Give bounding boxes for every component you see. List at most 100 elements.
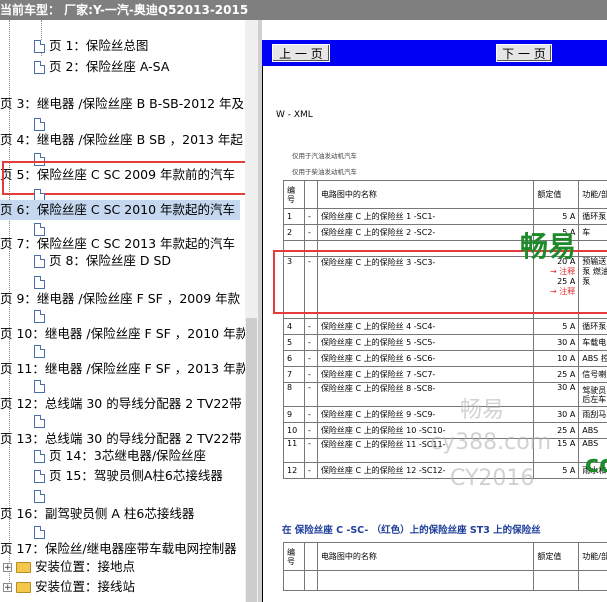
tree-item-page-15[interactable]: 页 15：驾驶员侧A柱6芯接线器 xyxy=(34,466,223,486)
doc-code: W - XML xyxy=(276,110,313,120)
table-cell: - xyxy=(303,366,318,383)
table-cell: 30 A xyxy=(533,382,580,407)
document-icon xyxy=(34,310,45,323)
tree-item-label: 页 13：总线端 30 的导线分配器 2 TV22带 xyxy=(0,431,242,446)
table-cell: 30 A xyxy=(533,334,580,351)
table-cell: 保险丝座 C 上的保险丝 4 -SC4- xyxy=(316,318,535,335)
table-cell: 25 A xyxy=(533,366,580,383)
tree-content: 页 1：保险丝总图 页 2：保险丝座 A-SA 页 3：继电器 /保险丝座 B … xyxy=(0,20,245,602)
document-icon xyxy=(34,450,45,463)
document-icon xyxy=(34,470,45,483)
tree-item-sub[interactable] xyxy=(34,306,45,326)
tree-item-sub[interactable] xyxy=(34,341,45,361)
table-cell: 4 xyxy=(283,318,305,335)
tree-item-page-16[interactable]: 页 16：副驾驶员侧 A 柱6芯接线器 xyxy=(0,504,194,524)
table-cell: 1 xyxy=(283,208,305,225)
tree-item-page-4[interactable]: 页 4：继电器 /保险丝座 B SB ，2013 年起 xyxy=(0,130,243,150)
table-header-row: 编号 电路图中的名称 额定值 功能/部 xyxy=(283,542,607,571)
document-icon xyxy=(34,40,45,53)
tree-item-label: 页 7：保险丝座 C SC 2013 年款起的汽车 xyxy=(0,236,236,251)
table-cell xyxy=(303,542,318,571)
table-cell: 车载电 xyxy=(578,334,607,351)
tree-item-label: 页 17：保险丝/继电器座带车载电网控制器 xyxy=(0,541,237,556)
folder-icon xyxy=(15,582,31,593)
tree-item-label: 页 6：保险丝座 C SC 2010 年款起的汽车 xyxy=(0,202,236,217)
header-function: 功能/部 xyxy=(578,542,607,571)
tree-item-page-6[interactable]: 页 6：保险丝座 C SC 2010 年款起的汽车 xyxy=(0,200,240,220)
table-cell: 雨刮马 xyxy=(578,406,607,423)
document-icon xyxy=(34,380,45,393)
tree-folder-junction[interactable]: + 安装位置：接线站 xyxy=(3,577,135,597)
table-cell: 循环泵 xyxy=(578,208,607,225)
note-diesel: 仅用于柴油发动机汽车 xyxy=(292,168,357,176)
tree-item-page-3[interactable]: 页 3：继电器 /保险丝座 B B-SB-2012 年及 xyxy=(0,94,244,114)
table-row: 4 - 保险丝座 C 上的保险丝 4 -SC4- 5 A 循环泵 xyxy=(283,318,607,335)
tree-item-label: 页 11：继电器 /保险丝座 F SF ，2013 年款 xyxy=(0,361,245,376)
table-cell: 信号喇 xyxy=(578,366,607,383)
tree-item-page-14[interactable]: 页 14：3芯继电器/保险丝座 xyxy=(34,446,206,466)
table-row xyxy=(283,570,607,591)
tree-pane[interactable]: 页 1：保险丝总图 页 2：保险丝座 A-SA 页 3：继电器 /保险丝座 B … xyxy=(0,20,259,602)
table-cell: - xyxy=(303,406,318,423)
table-cell: 5 A xyxy=(533,318,580,335)
table-cell: 12 xyxy=(283,462,305,479)
table-cell: 2 xyxy=(283,224,305,241)
header-no: 编号 xyxy=(283,180,305,209)
table-header-row: 编号 电路图中的名称 额定值 功能/部 xyxy=(283,180,607,209)
table-cell: - xyxy=(303,318,318,335)
header-name: 电路图中的名称 xyxy=(316,542,535,571)
document-icon xyxy=(34,415,45,428)
tree-item-sub[interactable] xyxy=(34,376,45,396)
tree-scrollbar-thumb[interactable] xyxy=(246,318,257,602)
table-cell: 保险丝座 C 上的保险丝 5 -SC5- xyxy=(316,334,535,351)
table-row: 7 - 保险丝座 C 上的保险丝 7 -SC7- 25 A 信号喇 xyxy=(283,366,607,383)
table-cell: - xyxy=(303,422,318,439)
window-title-bar: 当前车型： 厂家:Y-一汽-奥迪Q52013-2015 xyxy=(0,0,607,20)
table-cell xyxy=(303,570,318,591)
tree-item-label: 页 14：3芯继电器/保险丝座 xyxy=(48,448,207,463)
tree-item-page-1[interactable]: 页 1：保险丝总图 xyxy=(34,36,148,56)
table-row: 8 - 保险丝座 C 上的保险丝 8 -SC8- 30 A 驾驶员 后左车 xyxy=(283,382,607,407)
fuse-table-2: 编号 电路图中的名称 额定值 功能/部 xyxy=(283,542,607,591)
tree-item-label: 页 4：继电器 /保险丝座 B SB ，2013 年起 xyxy=(0,132,243,147)
expand-icon[interactable]: + xyxy=(3,563,12,573)
table-cell: - xyxy=(303,438,318,463)
tree-item-label: 页 16：副驾驶员侧 A 柱6芯接线器 xyxy=(0,506,195,521)
tree-item-page-8[interactable]: 页 8：保险丝座 D SD xyxy=(34,251,171,271)
table-row: 9 - 保险丝座 C 上的保险丝 9 -SC9- 30 A 雨刮马 xyxy=(283,406,607,423)
tree-folder-ground-points[interactable]: + 安装位置：接地点 xyxy=(3,557,135,577)
folder-icon xyxy=(15,562,31,573)
table-cell xyxy=(316,570,535,591)
tree-item-sub[interactable] xyxy=(34,411,45,431)
tree-item-label: 页 9：继电器 /保险丝座 F SF ，2009 年款 xyxy=(0,291,241,306)
table-row: 12 - 保险丝座 C 上的保险丝 12 -SC12- 5 A 雨水和 xyxy=(283,462,607,479)
table-cell xyxy=(533,570,580,591)
document-icon xyxy=(34,345,45,358)
tree-item-label: 页 12：总线端 30 的导线分配器 2 TV22带 xyxy=(0,396,242,411)
document-icon xyxy=(34,255,45,268)
document-icon xyxy=(34,526,45,539)
table-cell: - xyxy=(303,382,318,407)
table-cell: 6 xyxy=(283,350,305,367)
note-gasoline: 仅用于汽油发动机汽车 xyxy=(292,152,357,160)
table-cell xyxy=(578,570,607,591)
table-cell: - xyxy=(303,462,318,479)
prev-page-button[interactable]: 上 一 页 xyxy=(272,44,330,62)
table-cell: ABS 控 xyxy=(578,350,607,367)
table-cell: 5 A xyxy=(533,208,580,225)
watermark-logo: 畅易 xyxy=(520,230,577,263)
tree-item-page-2[interactable]: 页 2：保险丝座 A-SA xyxy=(34,57,169,77)
tree-item-label: 页 2：保险丝座 A-SA xyxy=(48,59,170,74)
next-page-button[interactable]: 下 一 页 xyxy=(496,44,552,62)
table-cell: - xyxy=(303,334,318,351)
tree-item-page-17[interactable]: 页 17：保险丝/继电器座带车载电网控制器 xyxy=(0,539,237,559)
watermark-code: CY2016 xyxy=(450,466,535,491)
table-cell: 保险丝座 C 上的保险丝 6 -SC6- xyxy=(316,350,535,367)
table-cell: 10 xyxy=(283,422,305,439)
expand-icon[interactable]: + xyxy=(3,583,12,593)
tree-item-label: 安装位置：接线站 xyxy=(34,579,135,594)
tree-item-sub[interactable] xyxy=(34,486,45,506)
document-icon xyxy=(34,490,45,503)
tree-item-label: 页 8：保险丝座 D SD xyxy=(48,253,172,268)
table-row: 5 - 保险丝座 C 上的保险丝 5 -SC5- 30 A 车载电 xyxy=(283,334,607,351)
